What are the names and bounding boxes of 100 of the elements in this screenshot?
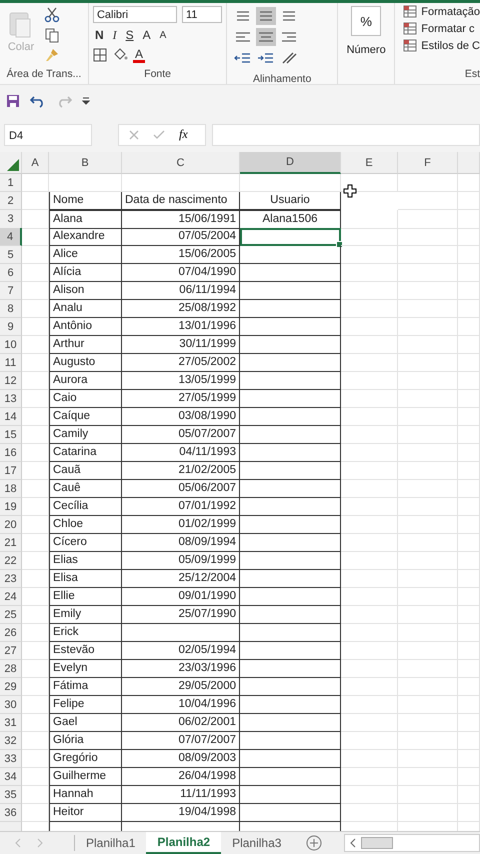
table-cell: Antônio <box>49 318 122 336</box>
undo-icon[interactable] <box>30 94 46 108</box>
row-header[interactable]: 7 <box>0 282 22 300</box>
row-header[interactable]: 10 <box>0 336 22 354</box>
sheet-tab[interactable]: Planilha2 <box>146 832 222 854</box>
grow-font-button[interactable]: A <box>140 27 153 43</box>
add-sheet-icon[interactable] <box>306 835 322 851</box>
row-header[interactable]: 19 <box>0 498 22 516</box>
empty-cell <box>458 228 480 246</box>
row-header[interactable]: 12 <box>0 372 22 390</box>
empty-cell <box>398 300 458 318</box>
copy-icon[interactable] <box>44 27 60 43</box>
insert-function-button[interactable]: fx <box>179 127 188 142</box>
column-header[interactable]: D <box>240 152 341 174</box>
row-header[interactable]: 27 <box>0 642 22 660</box>
row-header[interactable]: 14 <box>0 408 22 426</box>
table-icon[interactable] <box>403 39 418 53</box>
table-cell: Felipe <box>49 696 122 714</box>
row-header[interactable]: 25 <box>0 606 22 624</box>
select-all-icon[interactable] <box>7 159 19 171</box>
row-header[interactable]: 13 <box>0 390 22 408</box>
name-box[interactable]: D4 <box>4 124 92 146</box>
shrink-font-button[interactable]: A <box>158 27 168 43</box>
row-header[interactable]: 18 <box>0 480 22 498</box>
align-icon[interactable] <box>256 28 276 46</box>
borders-icon[interactable] <box>92 48 107 62</box>
scissors-icon[interactable] <box>44 7 60 23</box>
table-header-cell: Nome <box>49 192 122 210</box>
percent-button[interactable]: % <box>351 6 382 36</box>
empty-cell <box>341 462 398 480</box>
row-header[interactable]: 26 <box>0 624 22 642</box>
row-header[interactable]: 35 <box>0 786 22 804</box>
italic-button[interactable]: I <box>110 27 119 43</box>
table-cell: Heitor <box>49 804 122 822</box>
row-header[interactable]: 17 <box>0 462 22 480</box>
empty-cell <box>341 750 398 768</box>
row-header[interactable]: 1 <box>0 174 22 192</box>
empty-cell <box>341 444 398 462</box>
table-icon[interactable] <box>403 5 418 19</box>
row-header[interactable]: 22 <box>0 552 22 570</box>
row-header[interactable]: 5 <box>0 246 22 264</box>
row-header[interactable]: 20 <box>0 516 22 534</box>
empty-cell <box>458 174 480 192</box>
row-header[interactable]: 15 <box>0 426 22 444</box>
row-header[interactable]: 34 <box>0 768 22 786</box>
row-header[interactable]: 16 <box>0 444 22 462</box>
column-header[interactable]: B <box>49 152 122 174</box>
row-header[interactable]: 30 <box>0 696 22 714</box>
row-header[interactable]: 32 <box>0 732 22 750</box>
sheet-tab[interactable]: Planilha1 <box>75 832 146 854</box>
empty-cell <box>458 714 480 732</box>
row-header[interactable]: 2 <box>0 192 22 210</box>
empty-cell <box>398 768 458 786</box>
active-cell[interactable] <box>240 228 341 246</box>
font-name-field[interactable]: Calibri <box>92 6 177 23</box>
scroll-left-icon[interactable] <box>349 838 358 848</box>
column-header[interactable]: A <box>22 152 49 174</box>
table-cell: 19/04/1998 <box>122 804 240 822</box>
row-header[interactable]: 3 <box>0 210 22 229</box>
underline-button[interactable]: S <box>124 27 136 43</box>
table-cell: 29/05/2000 <box>122 678 240 696</box>
styles-item[interactable]: Formatar c <box>421 23 474 35</box>
row-header[interactable]: 28 <box>0 660 22 678</box>
save-icon[interactable] <box>6 94 20 108</box>
table-cell: 10/04/1996 <box>122 696 240 714</box>
row-header[interactable]: 9 <box>0 318 22 336</box>
horizontal-scrollbar[interactable] <box>344 834 480 852</box>
number-format-label[interactable]: Número <box>346 44 386 56</box>
styles-item[interactable]: Formatação <box>421 6 480 18</box>
row-header[interactable]: 6 <box>0 264 22 282</box>
empty-cell <box>341 372 398 390</box>
row-header[interactable]: 24 <box>0 588 22 606</box>
row-header[interactable]: 31 <box>0 714 22 732</box>
font-color-button[interactable]: A <box>132 47 145 63</box>
empty-cell <box>398 282 458 300</box>
row-header[interactable]: 33 <box>0 750 22 768</box>
empty-cell <box>458 246 480 264</box>
formula-field[interactable] <box>212 124 480 146</box>
font-size-field[interactable]: 11 <box>182 6 222 23</box>
column-header[interactable]: E <box>341 152 398 174</box>
empty-cell <box>398 336 458 354</box>
table-icon[interactable] <box>403 22 418 36</box>
empty-cell <box>458 192 480 210</box>
scrollbar-thumb[interactable] <box>361 837 394 849</box>
align-icon[interactable] <box>256 7 276 25</box>
customize-icon[interactable] <box>82 96 90 106</box>
bold-button[interactable]: N <box>92 27 106 43</box>
styles-item[interactable]: Estilos de C <box>421 40 480 52</box>
check-icon[interactable] <box>153 130 165 140</box>
row-header[interactable]: 8 <box>0 300 22 318</box>
fill-bucket-icon[interactable] <box>112 48 128 62</box>
sheet-tab[interactable]: Planilha3 <box>221 832 292 854</box>
row-header[interactable]: 21 <box>0 534 22 552</box>
row-header[interactable]: 23 <box>0 570 22 588</box>
column-header[interactable]: F <box>398 152 458 174</box>
row-header[interactable]: 11 <box>0 354 22 372</box>
row-header[interactable]: 36 <box>0 804 22 822</box>
row-header[interactable]: 29 <box>0 678 22 696</box>
row-header[interactable]: 4 <box>0 228 22 246</box>
table-cell: 25/08/1992 <box>122 300 240 318</box>
